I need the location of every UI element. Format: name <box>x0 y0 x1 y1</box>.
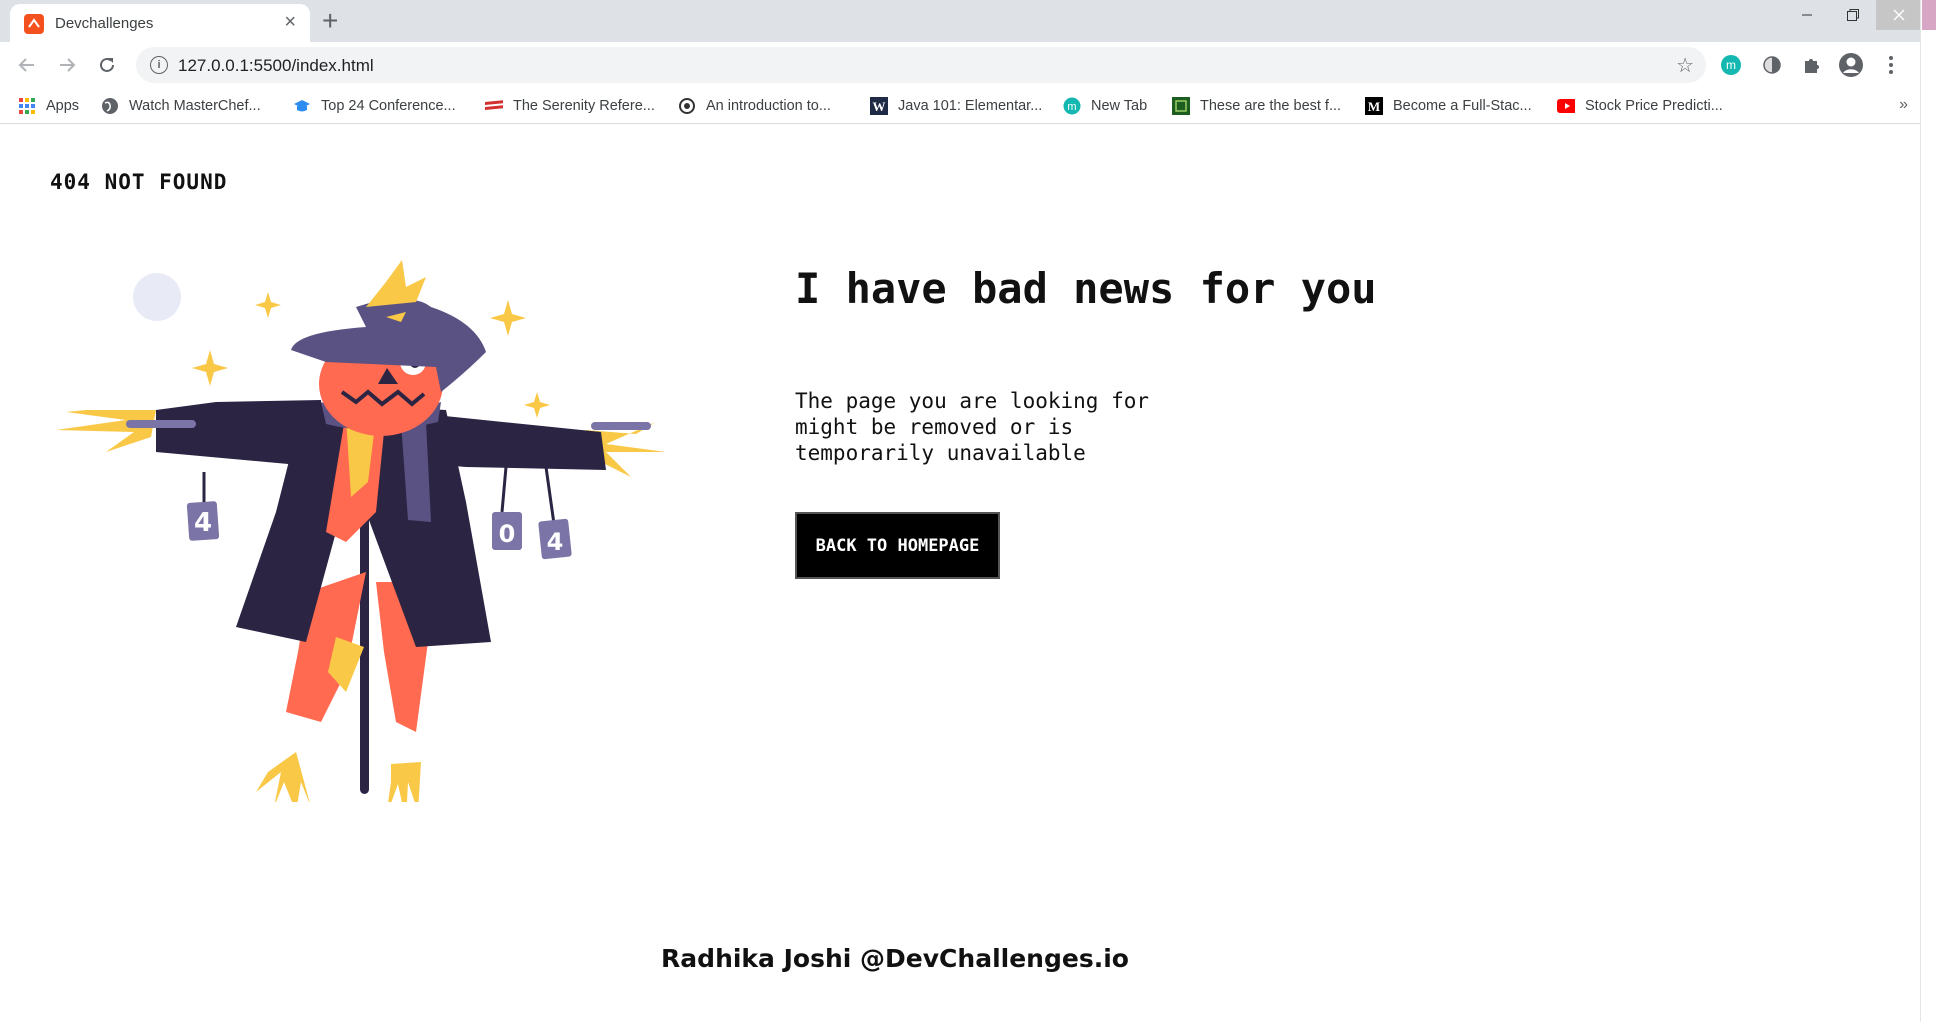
forward-button[interactable] <box>52 50 82 80</box>
bookmark-label: Watch MasterChef... <box>129 98 261 114</box>
graduation-cap-icon <box>293 97 311 115</box>
close-window-button[interactable] <box>1876 0 1922 30</box>
tab-title: Devchallenges <box>55 15 154 32</box>
bookmark-label: Stock Price Predicti... <box>1585 98 1723 114</box>
can-digit: 4 <box>547 528 564 556</box>
new-tab-button[interactable]: + <box>322 6 338 36</box>
window-edge <box>1920 0 1936 1022</box>
bookmark-introduction[interactable]: An introduction to... <box>678 94 831 118</box>
back-button[interactable] <box>12 50 42 80</box>
svg-text:m: m <box>1067 101 1076 113</box>
youtube-icon <box>1557 97 1575 115</box>
bookmark-conference[interactable]: Top 24 Conference... <box>293 94 456 118</box>
svg-text:M: M <box>1368 99 1380 114</box>
reload-button[interactable] <box>92 50 122 80</box>
tab-close-icon[interactable]: × <box>284 12 296 32</box>
bookmark-apps[interactable]: Apps <box>18 94 79 118</box>
bookmark-label: New Tab <box>1091 98 1148 114</box>
forward-arrow-icon <box>60 58 76 72</box>
bookmark-best[interactable]: These are the best f... <box>1172 94 1341 118</box>
svg-text:m: m <box>1726 58 1736 72</box>
site-info-icon[interactable]: i <box>150 56 168 74</box>
bookmarks-bar: Apps Watch MasterChef... Top 24 Conferen… <box>0 88 1920 124</box>
minimize-window-button[interactable] <box>1784 0 1830 30</box>
page-brand: 404 NOT FOUND <box>50 170 228 194</box>
address-bar[interactable]: i 127.0.0.1:5500/index.html ☆ <box>136 47 1706 83</box>
bookmark-label: Apps <box>46 98 80 114</box>
medium-m-icon: M <box>1365 97 1383 115</box>
bookmark-fullstack[interactable]: M Become a Full-Stac... <box>1365 94 1532 118</box>
serenity-icon <box>485 97 503 115</box>
extensions-puzzle-icon[interactable] <box>1799 52 1825 78</box>
bookmark-masterchef[interactable]: Watch MasterChef... <box>101 94 261 118</box>
green-box-icon <box>1172 97 1190 115</box>
scarecrow-illustration: 4 0 4 <box>56 260 666 802</box>
browser-toolbar: i 127.0.0.1:5500/index.html ☆ m <box>0 42 1920 88</box>
profile-avatar-icon[interactable] <box>1838 52 1864 78</box>
globe-icon <box>101 97 119 115</box>
apps-grid-icon <box>18 97 36 115</box>
bookmark-stock[interactable]: Stock Price Predicti... <box>1557 94 1723 118</box>
page-description: The page you are looking for might be re… <box>795 389 1150 465</box>
refresh-circle-icon <box>678 97 696 115</box>
bookmark-new-tab[interactable]: m New Tab <box>1063 94 1147 118</box>
bookmark-java101[interactable]: W Java 101: Elementar... <box>870 94 1042 118</box>
bookmark-star-icon[interactable]: ☆ <box>1676 53 1694 78</box>
page-content: 404 NOT FOUND 4 0 4 I have bad news for … <box>0 124 1920 1022</box>
bookmark-label: An introduction to... <box>706 98 831 114</box>
page-headline: I have bad news for you <box>795 264 1377 313</box>
bookmark-label: Java 101: Elementar... <box>898 98 1043 114</box>
window-edge-accent <box>1922 0 1936 30</box>
back-arrow-icon <box>18 58 34 72</box>
maximize-window-button[interactable] <box>1830 0 1876 30</box>
footer-credit: Radhika Joshi @DevChallenges.io <box>661 944 1129 973</box>
devchallenges-favicon-icon <box>24 14 44 34</box>
bookmark-label: The Serenity Refere... <box>513 98 655 114</box>
url-text[interactable]: 127.0.0.1:5500/index.html <box>178 56 374 76</box>
bookmark-label: Top 24 Conference... <box>321 98 456 114</box>
tab-strip: Devchallenges × + <box>0 0 1936 42</box>
bookmarks-overflow-icon[interactable]: » <box>1899 96 1908 114</box>
can-digit: 0 <box>499 520 516 548</box>
svg-text:W: W <box>873 99 886 114</box>
reload-icon <box>100 57 114 72</box>
browser-menu-icon[interactable] <box>1878 52 1904 78</box>
m-extension-icon[interactable]: m <box>1718 52 1744 78</box>
bookmark-label: Become a Full-Stac... <box>1393 98 1532 114</box>
darkmode-extension-icon[interactable] <box>1759 52 1785 78</box>
w-logo-icon: W <box>870 97 888 115</box>
bookmark-label: These are the best f... <box>1200 98 1342 114</box>
tab-devchallenges[interactable]: Devchallenges × <box>10 4 310 42</box>
can-digit: 4 <box>194 508 212 538</box>
m-circle-icon: m <box>1063 97 1081 115</box>
bookmark-serenity[interactable]: The Serenity Refere... <box>485 94 655 118</box>
back-to-homepage-button[interactable]: BACK TO HOMEPAGE <box>795 512 1000 579</box>
moon-icon <box>133 273 181 321</box>
